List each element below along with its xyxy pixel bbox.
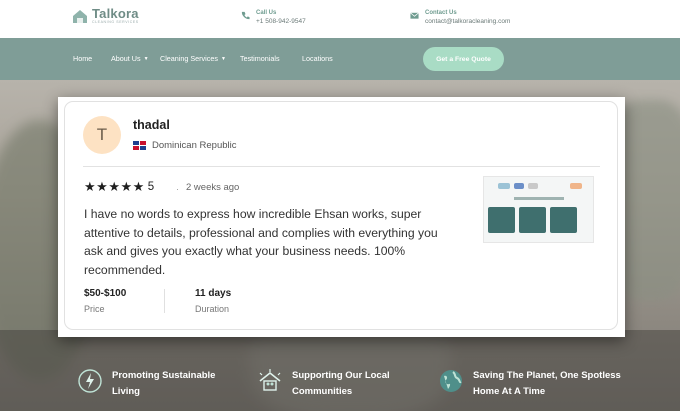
star-icon: ★ xyxy=(108,179,120,194)
reviewer-country: Dominican Republic xyxy=(152,140,237,151)
nav-item-cleaning-services[interactable]: Cleaning Services ▼ xyxy=(160,54,226,63)
feature-sustainable: Promoting Sustainable Living xyxy=(77,368,242,400)
dominican-flag-icon xyxy=(133,141,146,150)
nav-item-testimonials[interactable]: Testimonials xyxy=(240,54,280,63)
star-rating: ★ ★ ★ ★ ★ 5 xyxy=(84,180,154,193)
globe-icon xyxy=(440,370,462,392)
feature-text: Saving The Planet, One Spotless Home At … xyxy=(473,370,621,397)
rating-value: 5 xyxy=(147,180,155,193)
nav-item-home[interactable]: Home xyxy=(73,54,92,63)
review-popup: T thadal Dominican Republic ★ ★ ★ ★ ★ 5 … xyxy=(58,97,625,337)
price-label: Price xyxy=(84,304,105,314)
review-time: 2 weeks ago xyxy=(186,182,240,193)
phone-icon xyxy=(241,11,250,20)
reviewer-name[interactable]: thadal xyxy=(133,118,170,132)
price-block: $50-$100 Price xyxy=(84,288,126,314)
leaf-bolt-icon xyxy=(78,369,102,393)
contact-us-block[interactable]: Contact Us contact@talkoracleaning.com xyxy=(410,9,510,26)
top-header: Talkora Cleaning Services Call Us +1 508… xyxy=(0,0,680,38)
review-text: I have no words to express how incredibl… xyxy=(84,207,438,277)
nav-item-label: Cleaning Services xyxy=(160,54,218,63)
community-icon xyxy=(259,369,281,391)
star-icon: ★ xyxy=(84,179,96,194)
get-quote-button[interactable]: Get a Free Quote xyxy=(423,47,504,71)
nav-item-about-us[interactable]: About Us ▼ xyxy=(111,54,149,63)
logo-tagline: Cleaning Services xyxy=(92,20,139,24)
nav-item-label: About Us xyxy=(111,54,141,63)
duration-value: 11 days xyxy=(195,288,232,299)
star-icon: ★ xyxy=(132,179,145,194)
meta-divider xyxy=(164,289,165,313)
main-nav: Home About Us ▼ Cleaning Services ▼ Test… xyxy=(0,38,680,80)
call-us-block[interactable]: Call Us +1 508-942-9547 xyxy=(241,9,306,26)
nav-item-label: Locations xyxy=(302,54,333,63)
feature-planet: Saving The Planet, One Spotless Home At … xyxy=(438,368,633,400)
contact-label: Contact Us xyxy=(425,10,457,16)
review-card: T thadal Dominican Republic ★ ★ ★ ★ ★ 5 … xyxy=(64,101,618,330)
logo[interactable]: Talkora Cleaning Services xyxy=(72,7,139,25)
star-icon: ★ xyxy=(96,179,108,194)
separator-dot: · xyxy=(176,184,179,194)
nav-item-label: Testimonials xyxy=(240,54,280,63)
nav-item-label: Home xyxy=(73,54,93,63)
feature-text: Supporting Our Local Communities xyxy=(292,370,390,397)
contact-email[interactable]: contact@talkoracleaning.com xyxy=(425,17,510,26)
mail-icon xyxy=(410,12,419,19)
house-logo-icon xyxy=(72,8,88,24)
duration-label: Duration xyxy=(195,304,230,314)
portfolio-thumbnail[interactable] xyxy=(483,176,594,243)
nav-item-locations[interactable]: Locations xyxy=(302,54,333,63)
phone-number[interactable]: +1 508-942-9547 xyxy=(256,17,306,26)
call-label: Call Us xyxy=(256,10,277,16)
duration-block: 11 days Duration xyxy=(195,288,231,314)
caret-down-icon: ▼ xyxy=(143,55,149,62)
star-icon: ★ xyxy=(120,179,133,194)
divider xyxy=(83,166,600,167)
price-value: $50-$100 xyxy=(84,288,127,299)
feature-community: Supporting Our Local Communities xyxy=(257,368,412,400)
avatar: T xyxy=(83,116,121,154)
feature-text: Promoting Sustainable Living xyxy=(112,370,216,397)
logo-name: Talkora xyxy=(92,6,139,21)
caret-down-icon: ▼ xyxy=(220,55,226,62)
